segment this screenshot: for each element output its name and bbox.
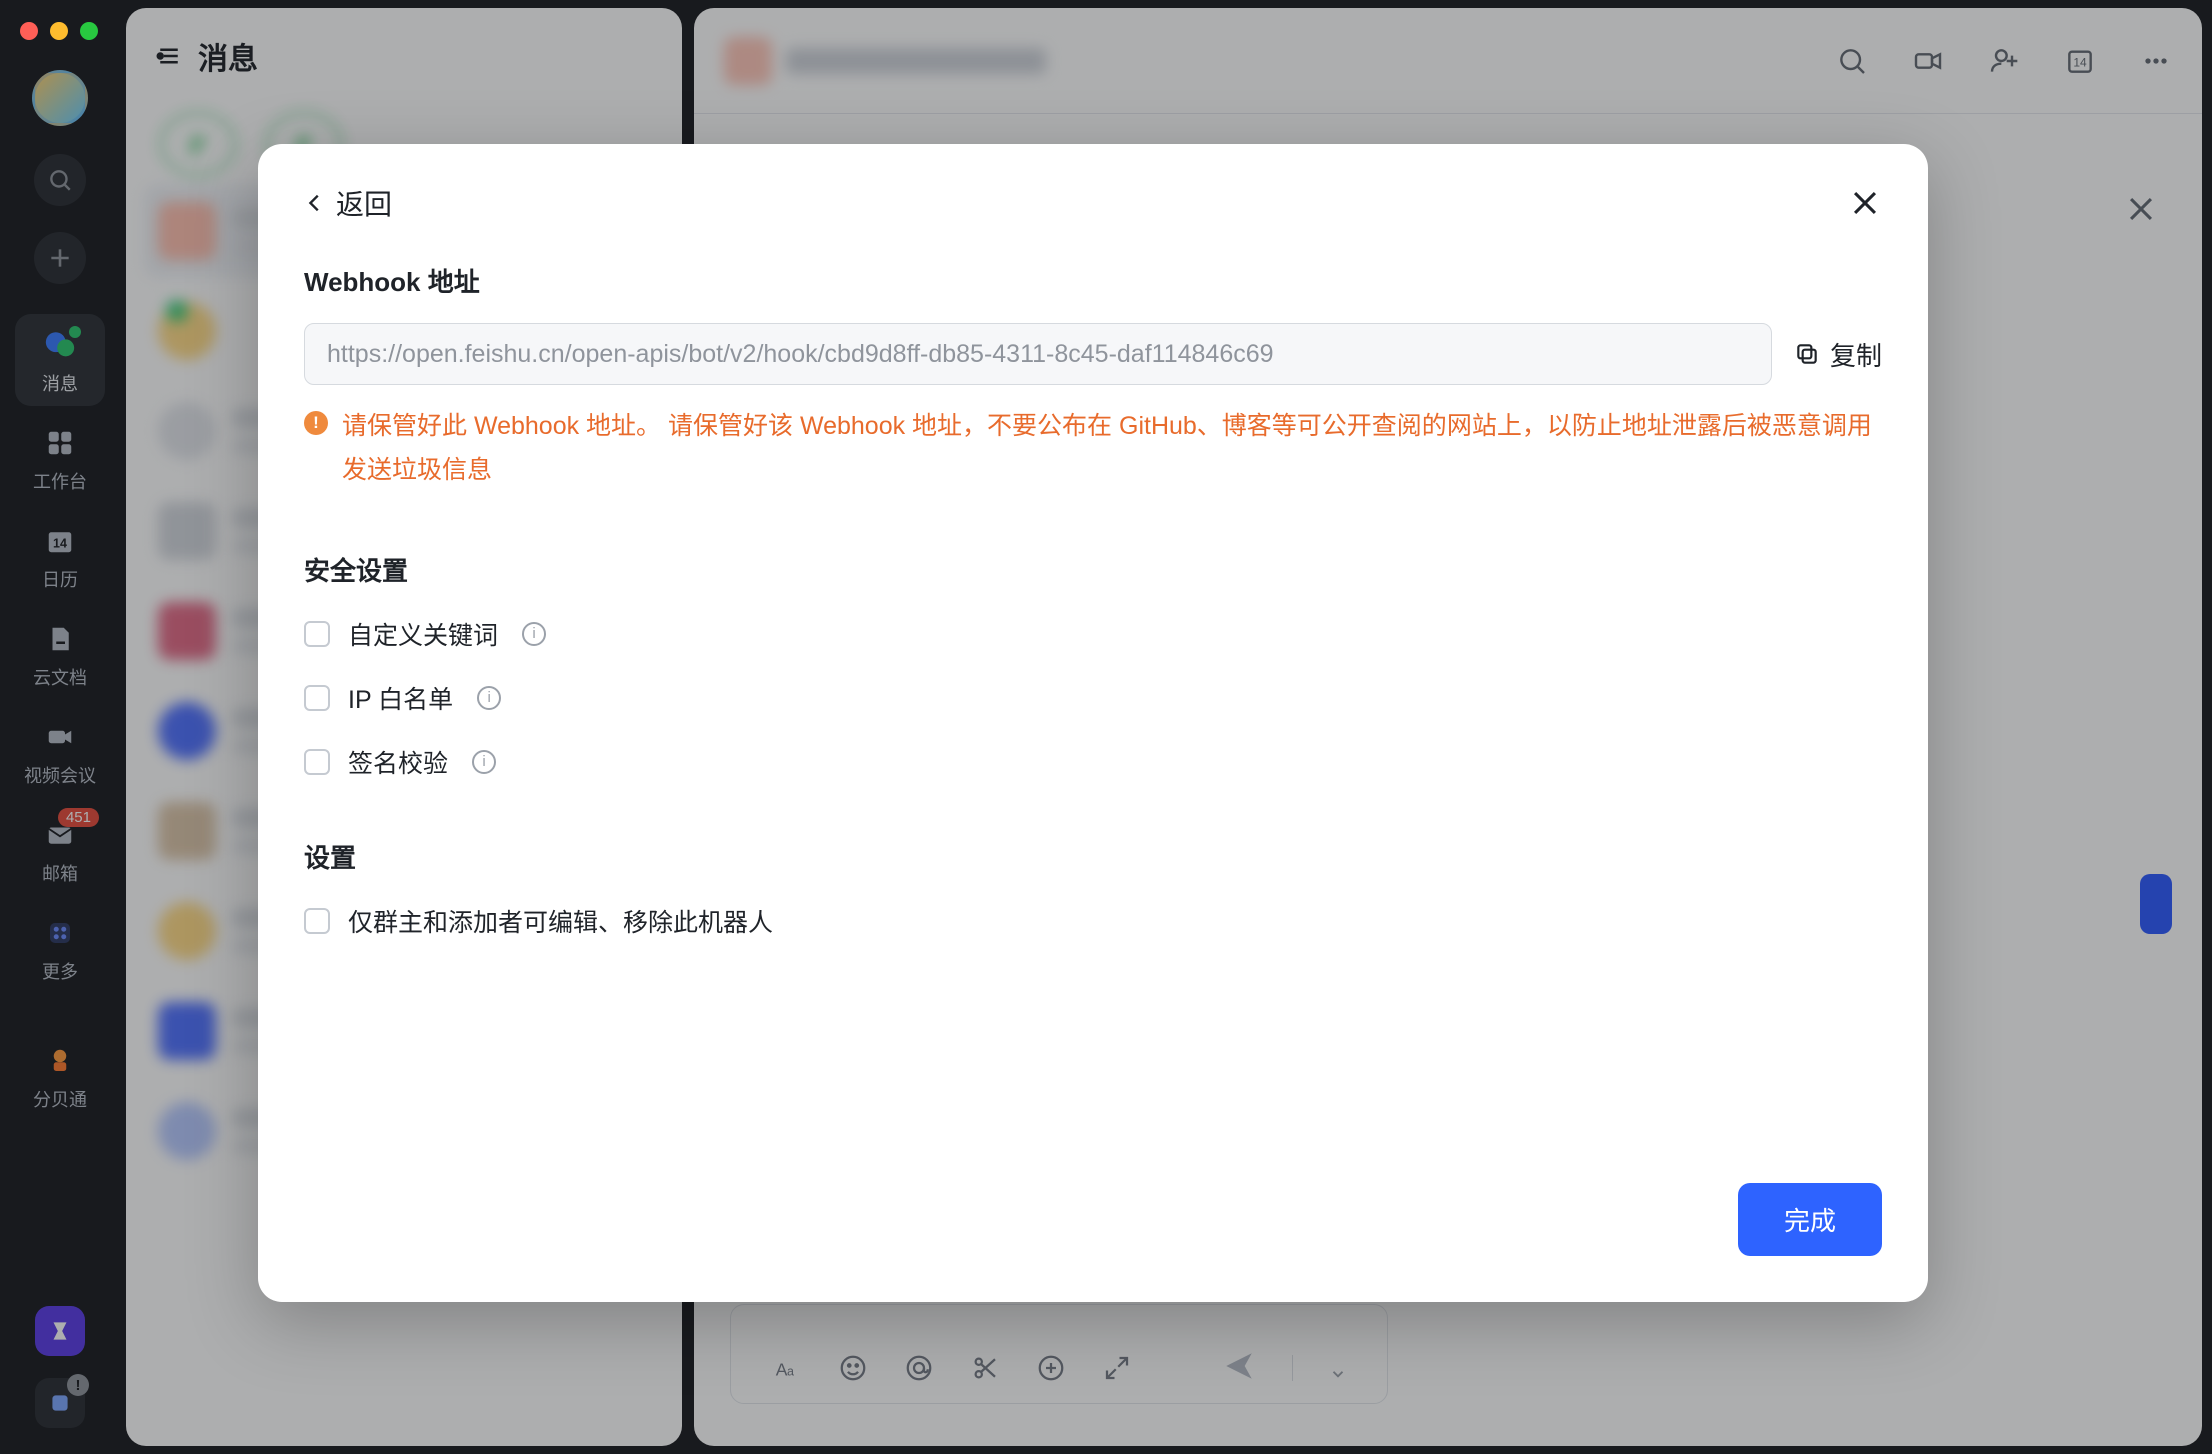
checkbox[interactable] xyxy=(304,908,330,934)
close-window[interactable] xyxy=(20,22,38,40)
checkbox-only-owner[interactable]: 仅群主和添加者可编辑、移除此机器人 xyxy=(304,903,1882,939)
minimize-window[interactable] xyxy=(50,22,68,40)
warning-icon: ! xyxy=(304,411,328,435)
info-icon[interactable]: i xyxy=(472,750,496,774)
checkbox-label: 仅群主和添加者可编辑、移除此机器人 xyxy=(348,903,773,939)
webhook-url-field[interactable]: https://open.feishu.cn/open-apis/bot/v2/… xyxy=(304,323,1772,385)
copy-label: 复制 xyxy=(1830,336,1882,373)
done-button[interactable]: 完成 xyxy=(1738,1183,1882,1256)
info-icon[interactable]: i xyxy=(477,686,501,710)
close-button[interactable] xyxy=(1848,186,1882,220)
security-section-title: 安全设置 xyxy=(304,551,1882,588)
webhook-url-value: https://open.feishu.cn/open-apis/bot/v2/… xyxy=(327,340,1274,369)
warning-text: 请保管好此 Webhook 地址。 请保管好该 Webhook 地址，不要公布在… xyxy=(342,405,1882,493)
checkbox[interactable] xyxy=(304,749,330,775)
copy-button[interactable]: 复制 xyxy=(1794,336,1882,373)
checkbox-label: 签名校验 xyxy=(348,744,448,780)
checkbox[interactable] xyxy=(304,685,330,711)
warning-message: ! 请保管好此 Webhook 地址。 请保管好该 Webhook 地址，不要公… xyxy=(304,405,1882,493)
chevron-left-icon xyxy=(304,192,326,214)
webhook-settings-modal: 返回 Webhook 地址 https://open.feishu.cn/ope… xyxy=(258,144,1928,1302)
checkbox-label: 自定义关键词 xyxy=(348,616,498,652)
window-controls[interactable] xyxy=(20,22,98,40)
copy-icon xyxy=(1794,341,1820,367)
checkbox-label: IP 白名单 xyxy=(348,680,453,716)
checkbox-custom-keywords[interactable]: 自定义关键词 i xyxy=(304,616,1882,652)
webhook-label: Webhook 地址 xyxy=(304,262,1882,299)
close-icon xyxy=(1848,186,1882,220)
settings-section-title: 设置 xyxy=(304,838,1882,875)
checkbox-ip-whitelist[interactable]: IP 白名单 i xyxy=(304,680,1882,716)
info-icon[interactable]: i xyxy=(522,622,546,646)
checkbox-signature[interactable]: 签名校验 i xyxy=(304,744,1882,780)
checkbox[interactable] xyxy=(304,621,330,647)
back-button[interactable]: 返回 xyxy=(304,183,392,223)
back-label: 返回 xyxy=(336,183,392,223)
maximize-window[interactable] xyxy=(80,22,98,40)
